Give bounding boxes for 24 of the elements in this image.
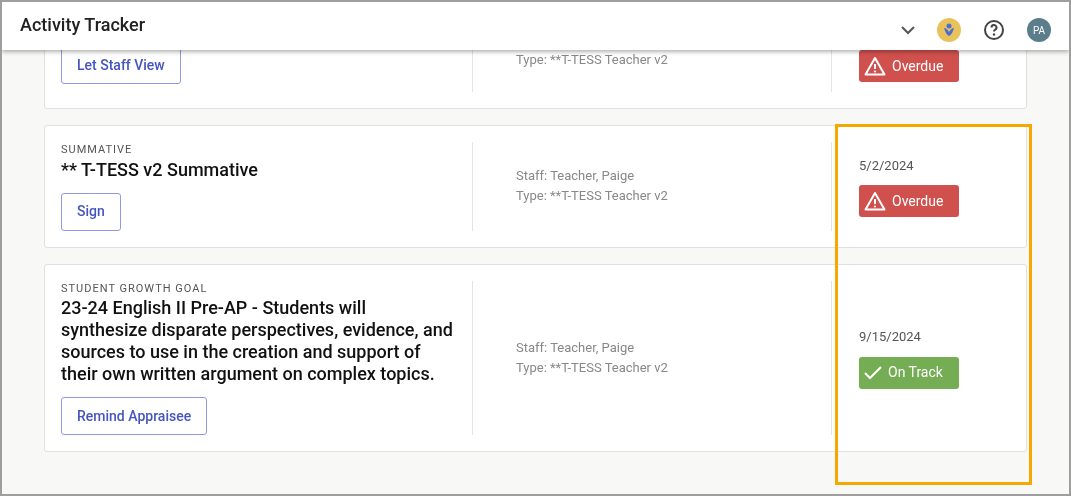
status-badge: Overdue [859, 50, 959, 82]
activity-title: 23-24 English II Pre-AP - Students will synthesize disparate perspectives, evidence, and sources to use in the creation and support of their own written argument on complex topics. [61, 297, 453, 385]
appraisal-type: Type: **T-TESS Teacher v2 [516, 187, 669, 206]
appraisal-type: Type: **T-TESS Teacher v2 [516, 51, 669, 69]
staff-name: Staff: Teacher, Paige [516, 167, 636, 186]
user-avatar[interactable]: PA [1027, 18, 1051, 42]
help-icon[interactable] [983, 19, 1005, 41]
activity-category: SUMMATIVE [61, 142, 134, 158]
activity-title: ** T-TESS v2 Summative [61, 158, 259, 181]
activity-category: STUDENT GROWTH GOAL [61, 280, 209, 297]
action-button[interactable]: Remind Appraisee [61, 397, 208, 435]
check-icon [864, 365, 882, 380]
action-button[interactable]: Sign [61, 192, 121, 231]
warning-icon [864, 191, 886, 211]
warning-icon [864, 56, 886, 76]
appraisal-type: Type: **T-TESS Teacher v2 [516, 358, 669, 377]
staff-name: Staff: Teacher, Paige [516, 338, 636, 357]
due-date: 9/15/2024 [859, 328, 922, 346]
page-title: Activity Tracker [20, 12, 145, 37]
emblem-icon[interactable] [937, 18, 961, 42]
status-badge: Overdue [859, 185, 959, 217]
due-date: 5/2/2024 [859, 156, 915, 175]
status-badge: On Track [859, 356, 959, 389]
chevron-down-icon[interactable] [901, 25, 915, 35]
